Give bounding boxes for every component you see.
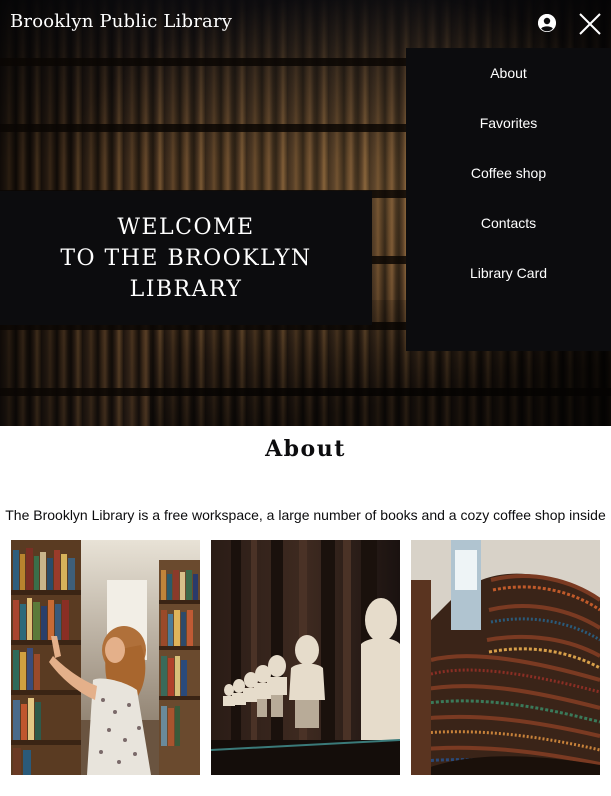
- close-icon[interactable]: [578, 12, 602, 36]
- welcome-line-1: WELCOME: [117, 214, 255, 240]
- user-circle-icon[interactable]: [538, 14, 556, 32]
- about-title: About: [265, 436, 346, 462]
- curved-bookshelves-photo: [411, 540, 600, 775]
- menu-item-coffee-shop[interactable]: Coffee shop: [406, 165, 611, 181]
- menu-item-library-card[interactable]: Library Card: [406, 265, 611, 281]
- menu-item-about[interactable]: About: [406, 65, 611, 81]
- header: Brooklyn Public Library: [0, 0, 611, 48]
- marble-busts-hall-photo: [211, 540, 400, 775]
- welcome-line-2: TO THE BROOKLYN: [60, 245, 312, 271]
- about-description: The Brooklyn Library is a free workspace…: [5, 507, 606, 523]
- welcome-line-3: LIBRARY: [129, 276, 243, 302]
- burger-menu: About Favorites Coffee shop Contacts Lib…: [406, 48, 611, 351]
- welcome-box: WELCOME TO THE BROOKLYN LIBRARY: [0, 191, 372, 325]
- woman-browsing-bookshelf-photo: [11, 540, 200, 775]
- menu-item-contacts[interactable]: Contacts: [406, 215, 611, 231]
- menu-item-favorites[interactable]: Favorites: [406, 115, 611, 131]
- site-logo[interactable]: Brooklyn Public Library: [10, 11, 232, 32]
